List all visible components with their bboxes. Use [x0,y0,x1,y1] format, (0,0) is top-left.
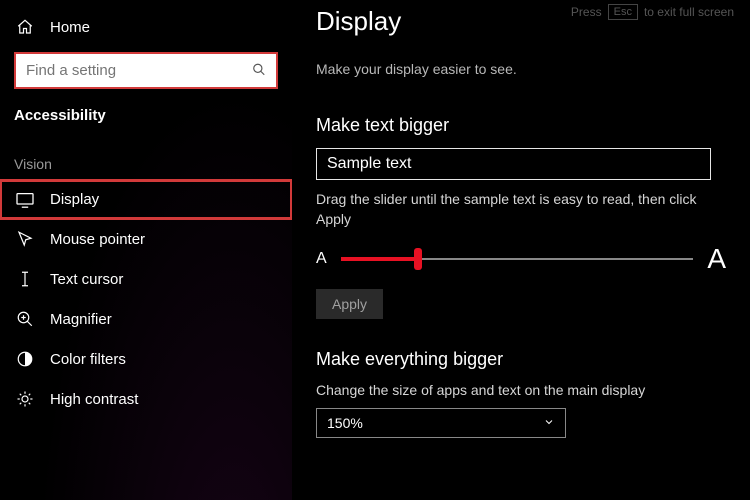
sidebar-item-high-contrast[interactable]: High contrast [0,379,292,419]
sidebar-category: Accessibility [0,103,292,138]
home-label: Home [50,19,90,36]
sidebar-item-display[interactable]: Display [0,180,292,219]
scale-value: 150% [327,415,363,431]
search-field[interactable] [14,52,278,89]
letter-small-icon: A [316,250,327,268]
search-input[interactable] [16,54,276,87]
fullscreen-hint: Press Esc to exit full screen [571,4,734,20]
sidebar-item-mouse-pointer[interactable]: Mouse pointer [0,219,292,259]
sidebar-item-text-cursor[interactable]: Text cursor [0,259,292,299]
search-icon [252,62,266,79]
scale-dropdown[interactable]: 150% [316,408,566,438]
sidebar-item-home[interactable]: Home [0,8,292,46]
chevron-down-icon [543,415,555,431]
color-filters-icon [14,350,36,368]
magnifier-icon [14,310,36,328]
apply-button[interactable]: Apply [316,289,383,319]
sidebar-item-label: Color filters [50,351,126,368]
text-cursor-icon [14,270,36,288]
sidebar-item-label: Magnifier [50,311,112,328]
sidebar-item-color-filters[interactable]: Color filters [0,339,292,379]
slider-thumb[interactable] [414,248,422,270]
sidebar-item-magnifier[interactable]: Magnifier [0,299,292,339]
main-pane: Press Esc to exit full screen Display Ma… [292,0,750,500]
sidebar-item-label: Mouse pointer [50,231,145,248]
slider-track [418,258,693,260]
pointer-icon [14,230,36,248]
sidebar-group-vision: Vision [0,138,292,180]
esc-key: Esc [608,4,638,20]
sidebar-item-label: High contrast [50,391,138,408]
sidebar-item-label: Text cursor [50,271,123,288]
text-size-slider-row: A A [316,243,726,275]
section-make-text-bigger: Make text bigger [316,115,726,136]
high-contrast-icon [14,390,36,408]
text-size-slider[interactable] [341,249,694,269]
hint-suffix: to exit full screen [644,5,734,19]
home-icon [14,18,36,36]
hint-prefix: Press [571,5,602,19]
sidebar-item-label: Display [50,191,99,208]
settings-sidebar: Home Accessibility Vision Display Mouse … [0,0,292,500]
scale-description: Change the size of apps and text on the … [316,382,726,398]
page-subtitle: Make your display easier to see. [316,61,726,77]
sample-text-box: Sample text [316,148,711,180]
letter-big-icon: A [707,243,726,275]
slider-track-filled [341,257,419,261]
section-make-everything-bigger: Make everything bigger [316,349,726,370]
display-icon [14,192,36,208]
slider-description: Drag the slider until the sample text is… [316,190,726,229]
